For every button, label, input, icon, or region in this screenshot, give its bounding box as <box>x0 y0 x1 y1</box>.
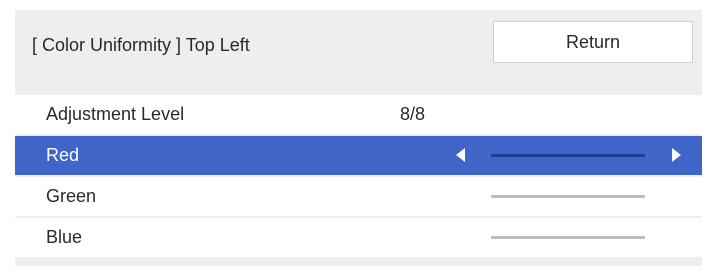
triangle-right-icon[interactable] <box>672 148 681 162</box>
list-item-blue[interactable]: Blue <box>15 218 702 257</box>
triangle-left-icon[interactable] <box>456 148 465 162</box>
list-item-adjustment-level[interactable]: Adjustment Level 8/8 <box>15 95 702 134</box>
green-slider[interactable] <box>491 195 645 198</box>
list-item-red[interactable]: Red <box>15 136 702 175</box>
blue-slider[interactable] <box>491 236 645 239</box>
list-item-green[interactable]: Green <box>15 177 702 216</box>
color-uniformity-panel: [ Color Uniformity ] Top Left Return Adj… <box>15 10 702 266</box>
page-title: [ Color Uniformity ] Top Left <box>32 35 250 55</box>
red-slider[interactable] <box>491 154 645 157</box>
settings-list: Adjustment Level 8/8 Red Green Blue <box>15 95 702 259</box>
adjustment-level-value: 8/8 <box>400 104 426 124</box>
red-label: Red <box>46 145 80 165</box>
return-button[interactable]: Return <box>493 21 693 63</box>
green-label: Green <box>46 186 97 206</box>
blue-label: Blue <box>46 227 83 247</box>
adjustment-level-label: Adjustment Level <box>46 104 185 124</box>
header: [ Color Uniformity ] Top Left Return <box>15 10 702 90</box>
